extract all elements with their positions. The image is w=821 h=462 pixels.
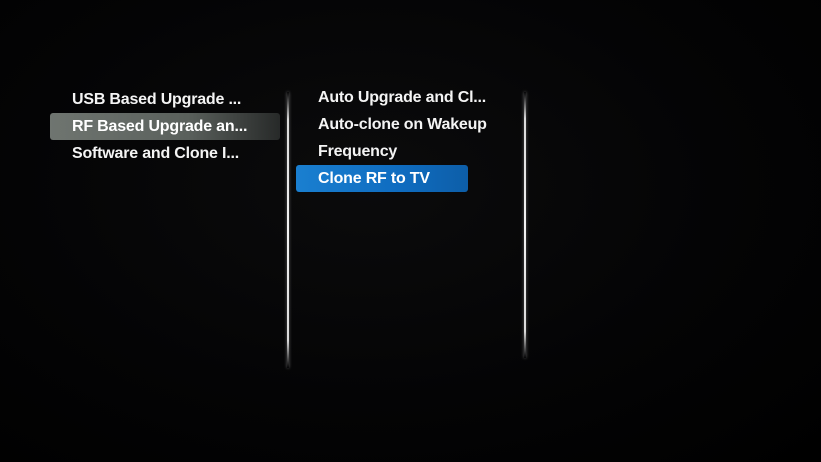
menu-item-usb-based-upgrade[interactable]: USB Based Upgrade ... — [50, 86, 280, 113]
menu-column-2: Auto Upgrade and Cl... Auto-clone on Wak… — [296, 84, 521, 192]
menu-item-frequency[interactable]: Frequency — [296, 138, 521, 165]
menu-item-auto-upgrade-and-clone[interactable]: Auto Upgrade and Cl... — [296, 84, 521, 111]
column-divider-1 — [287, 92, 289, 368]
tv-settings-screen: USB Based Upgrade ... RF Based Upgrade a… — [0, 0, 821, 462]
menu-item-rf-based-upgrade[interactable]: RF Based Upgrade an... — [50, 113, 280, 140]
column-divider-2 — [524, 92, 526, 358]
menu-item-software-and-clone-info[interactable]: Software and Clone I... — [50, 140, 280, 167]
menu-item-auto-clone-on-wakeup[interactable]: Auto-clone on Wakeup — [296, 111, 521, 138]
menu-column-1: USB Based Upgrade ... RF Based Upgrade a… — [50, 86, 280, 167]
menu-item-clone-rf-to-tv[interactable]: Clone RF to TV — [296, 165, 468, 192]
